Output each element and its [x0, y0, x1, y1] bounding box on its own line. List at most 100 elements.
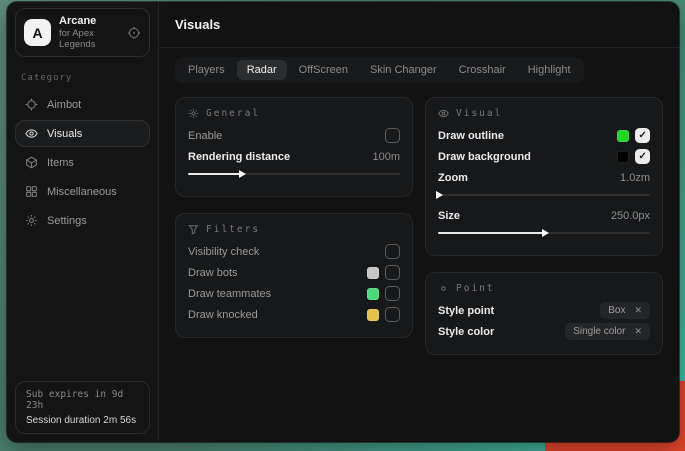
- section-title: Visual: [456, 108, 502, 119]
- slider-thumb[interactable]: [542, 229, 549, 237]
- tab-skin-changer[interactable]: Skin Changer: [360, 60, 447, 80]
- slider-thumb[interactable]: [239, 170, 246, 178]
- draw-knocked-row: Draw knocked: [188, 304, 400, 325]
- selected-option: Single color: [573, 326, 625, 337]
- app-logo: A: [24, 19, 51, 46]
- tab-crosshair[interactable]: Crosshair: [449, 60, 516, 80]
- sidebar-item-settings[interactable]: Settings: [15, 207, 150, 234]
- zoom-slider[interactable]: [438, 191, 650, 199]
- app-name: Arcane: [59, 15, 119, 27]
- general-card: General Enable Rendering distance 100m: [175, 97, 413, 197]
- draw-outline-checkbox[interactable]: [635, 128, 650, 143]
- setting-label: Draw knocked: [188, 309, 258, 321]
- sidebar-nav: Aimbot Visuals Items: [15, 91, 150, 234]
- settings-content: General Enable Rendering distance 100m: [159, 83, 679, 369]
- close-icon[interactable]: ✕: [634, 326, 642, 337]
- sidebar-item-aimbot[interactable]: Aimbot: [15, 91, 150, 118]
- style-color-row: Style color Single color ✕: [438, 321, 650, 342]
- setting-label: Draw outline: [438, 130, 504, 142]
- tab-players[interactable]: Players: [178, 60, 235, 80]
- section-title: General: [206, 108, 260, 119]
- tab-bar: Players Radar OffScreen Skin Changer Cro…: [175, 57, 663, 83]
- main-header: Visuals: [159, 2, 679, 48]
- draw-teammates-checkbox[interactable]: [385, 286, 400, 301]
- size-row: Size 250.0px: [438, 205, 650, 226]
- draw-teammates-row: Draw teammates: [188, 283, 400, 304]
- tab-highlight[interactable]: Highlight: [518, 60, 581, 80]
- setting-label: Draw bots: [188, 267, 238, 279]
- setting-label: Draw background: [438, 151, 531, 163]
- cube-icon: [25, 156, 38, 169]
- point-card: Point Style point Box ✕ Style color Sing…: [425, 272, 663, 355]
- size-value: 250.0px: [611, 210, 650, 222]
- color-swatch[interactable]: [617, 130, 629, 142]
- right-column: Visual Draw outline Draw background: [425, 97, 663, 355]
- setting-label: Style point: [438, 305, 494, 317]
- general-card-header: General: [188, 108, 400, 119]
- setting-label: Rendering distance: [188, 151, 290, 163]
- color-swatch[interactable]: [367, 267, 379, 279]
- size-slider[interactable]: [438, 229, 650, 237]
- draw-background-checkbox[interactable]: [635, 149, 650, 164]
- setting-label: Visibility check: [188, 246, 259, 258]
- rendering-distance-row: Rendering distance 100m: [188, 146, 400, 167]
- slider-thumb[interactable]: [436, 191, 443, 199]
- color-swatch[interactable]: [367, 309, 379, 321]
- style-point-row: Style point Box ✕: [438, 300, 650, 321]
- style-point-select[interactable]: Box ✕: [600, 302, 650, 319]
- left-column: General Enable Rendering distance 100m: [175, 97, 413, 338]
- sidebar-item-label: Aimbot: [47, 99, 81, 111]
- draw-background-row: Draw background: [438, 146, 650, 167]
- funnel-icon: [188, 224, 199, 235]
- category-label: Category: [21, 73, 144, 83]
- visibility-check-checkbox[interactable]: [385, 244, 400, 259]
- setting-label: Style color: [438, 326, 494, 338]
- tab-offscreen[interactable]: OffScreen: [289, 60, 358, 80]
- filters-card: Filters Visibility check Draw bots: [175, 213, 413, 338]
- eye-icon: [25, 127, 38, 140]
- visual-card: Visual Draw outline Draw background: [425, 97, 663, 256]
- session-duration: Session duration 2m 56s: [26, 415, 139, 426]
- sidebar-item-label: Visuals: [47, 128, 82, 140]
- sidebar-item-visuals[interactable]: Visuals: [15, 120, 150, 147]
- rendering-distance-slider[interactable]: [188, 170, 400, 178]
- style-color-select[interactable]: Single color ✕: [565, 323, 650, 340]
- eye-icon: [438, 108, 449, 119]
- gear-icon: [25, 214, 38, 227]
- target-icon[interactable]: [127, 26, 141, 40]
- color-swatch[interactable]: [617, 151, 629, 163]
- app-header: A Arcane for Apex Legends: [15, 8, 150, 57]
- enable-checkbox[interactable]: [385, 128, 400, 143]
- selected-option: Box: [608, 305, 625, 316]
- sidebar-item-label: Items: [47, 157, 74, 169]
- sidebar-item-items[interactable]: Items: [15, 149, 150, 176]
- visibility-check-row: Visibility check: [188, 241, 400, 262]
- app-subtitle: for Apex Legends: [59, 28, 119, 50]
- filters-card-header: Filters: [188, 224, 400, 235]
- close-icon[interactable]: ✕: [634, 305, 642, 316]
- sidebar-item-miscellaneous[interactable]: Miscellaneous: [15, 178, 150, 205]
- app-meta: Arcane for Apex Legends: [59, 15, 119, 50]
- page-title: Visuals: [175, 17, 220, 32]
- setting-label: Enable: [188, 130, 222, 142]
- draw-outline-row: Draw outline: [438, 125, 650, 146]
- sidebar-item-label: Settings: [47, 215, 87, 227]
- dot-icon: [438, 283, 449, 294]
- enable-row: Enable: [188, 125, 400, 146]
- main-panel: Visuals Players Radar OffScreen Skin Cha…: [158, 2, 679, 442]
- grid-icon: [25, 185, 38, 198]
- visual-card-header: Visual: [438, 108, 650, 119]
- setting-label: Size: [438, 210, 460, 222]
- section-title: Point: [456, 283, 495, 294]
- subscription-info: Sub expires in 9d 23h Session duration 2…: [15, 381, 150, 434]
- color-swatch[interactable]: [367, 288, 379, 300]
- tab-radar[interactable]: Radar: [237, 60, 287, 80]
- sub-expiry: Sub expires in 9d 23h: [26, 389, 139, 411]
- tab-group: Players Radar OffScreen Skin Changer Cro…: [175, 57, 584, 83]
- sidebar: A Arcane for Apex Legends Category: [7, 2, 158, 442]
- draw-bots-row: Draw bots: [188, 262, 400, 283]
- draw-knocked-checkbox[interactable]: [385, 307, 400, 322]
- section-title: Filters: [206, 224, 260, 235]
- gear-icon: [188, 108, 199, 119]
- draw-bots-checkbox[interactable]: [385, 265, 400, 280]
